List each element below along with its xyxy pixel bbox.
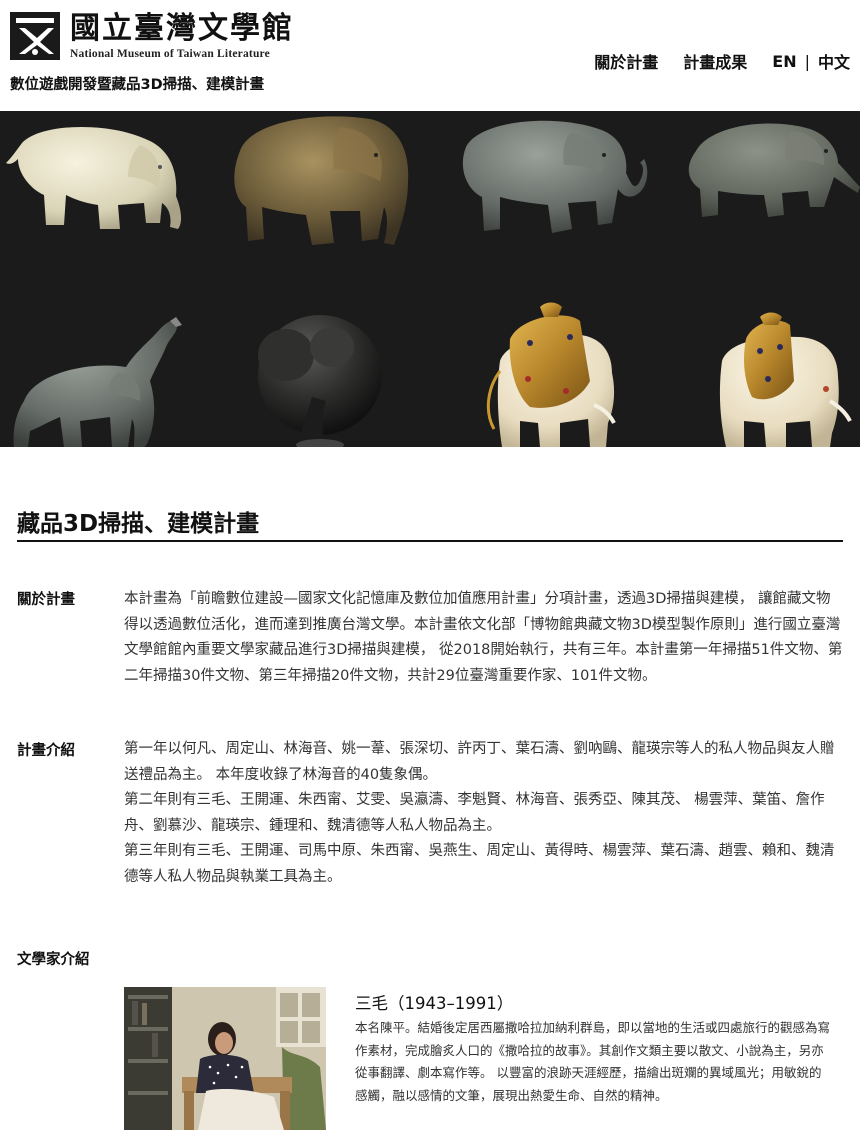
elephant-figurine-bronze-icon	[234, 116, 409, 245]
museum-logo[interactable]: 國立臺灣文學館 National Museum of Taiwan Litera…	[10, 12, 294, 60]
lang-separator: |	[804, 51, 810, 71]
lang-en-link[interactable]: EN	[772, 52, 796, 71]
site-header: 國立臺灣文學館 National Museum of Taiwan Litera…	[0, 0, 860, 110]
writer-bio: 本名陳平。結婚後定居西屬撒哈拉加納利群島，即以當地的生活或四處旅行的觀感為寫作素…	[355, 1020, 831, 1103]
elephant-figurine-black-icon	[258, 315, 382, 447]
intro-section-text: 第一年以何凡、周定山、林海音、姚一葦、張深切、許丙丁、葉石濤、劉吶鷗、龍瑛宗等人…	[124, 737, 844, 890]
elephant-figurine-grey-icon	[462, 120, 648, 233]
nav-results-link[interactable]: 計畫成果	[683, 49, 747, 73]
hero-banner	[0, 111, 860, 447]
elephant-pendant-ornate-icon	[719, 312, 852, 447]
about-section-label: 關於計畫	[17, 592, 75, 608]
museum-logo-mark-icon	[10, 12, 60, 60]
lang-zh-link[interactable]: 中文	[818, 49, 850, 73]
main-nav: 關於計畫 計畫成果 EN | 中文	[594, 49, 850, 73]
logo-text: 國立臺灣文學館 National Museum of Taiwan Litera…	[70, 11, 294, 61]
author-photo	[124, 987, 326, 1130]
writers-section-label: 文學家介紹	[17, 952, 90, 968]
page-title: 藏品3D掃描、建模計畫	[17, 511, 260, 537]
intro-year3-paragraph: 第三年則有三毛、王開運、司馬中原、朱西甯、吳燕生、周定山、黃得時、楊雲萍、葉石濤…	[124, 843, 835, 885]
about-paragraph: 本計畫為「前瞻數位建設—國家文化記憶庫及數位加值應用計畫」分項計畫，透過3D掃描…	[124, 591, 843, 684]
intro-year2-paragraph: 第二年則有三毛、王開運、朱西甯、艾雯、吳瀛濤、李魁賢、林海音、張秀亞、陳其茂、 …	[124, 792, 825, 834]
logo-chinese-name: 國立臺灣文學館	[70, 11, 294, 46]
title-divider	[17, 540, 843, 542]
intro-year1-paragraph: 第一年以何凡、周定山、林海音、姚一葦、張深切、許丙丁、葉石濤、劉吶鷗、龍瑛宗等人…	[124, 741, 835, 783]
nav-about-link[interactable]: 關於計畫	[594, 49, 658, 73]
about-section-text: 本計畫為「前瞻數位建設—國家文化記憶庫及數位加值應用計畫」分項計畫，透過3D掃描…	[124, 587, 844, 689]
elephant-figurine-trumpeting-icon	[13, 317, 182, 447]
elephant-pendant-ornate-icon	[486, 302, 616, 447]
writer-name: 三毛（1943–1991）	[355, 994, 514, 1013]
intro-section-label: 計畫介紹	[17, 743, 75, 759]
elephant-figurine-white-icon	[6, 126, 182, 229]
elephant-figurine-grey-icon	[688, 123, 860, 217]
logo-english-name: National Museum of Taiwan Literature	[70, 48, 270, 60]
site-subtitle: 數位遊戲開發暨藏品3D掃描、建模計畫	[10, 77, 265, 93]
